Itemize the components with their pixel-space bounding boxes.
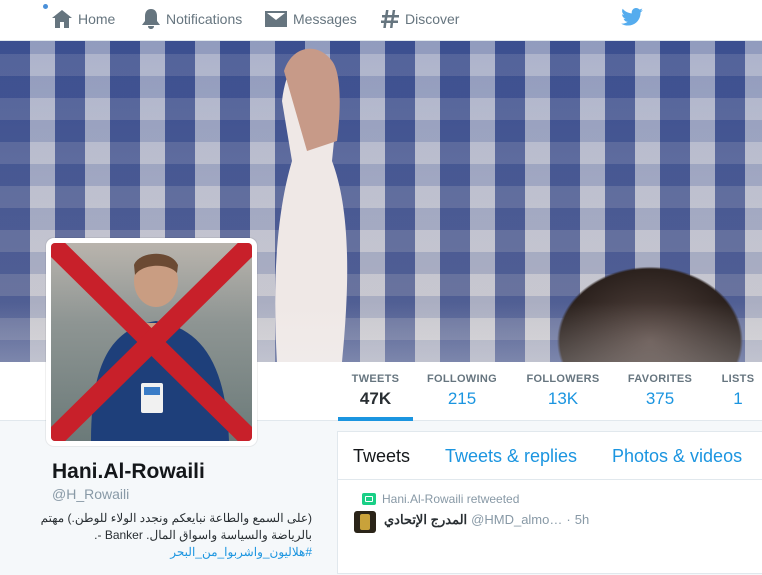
profile-bio: (على السمع والطاعة نبايعكم ونجدد الولاء … <box>40 510 312 561</box>
nav-notifications-label: Notifications <box>166 11 243 27</box>
nav-notifications[interactable]: Notifications <box>142 0 242 38</box>
tweet-timestamp[interactable]: 5h <box>575 512 589 527</box>
stat-lists-value: 1 <box>733 389 743 408</box>
stat-tweets[interactable]: TWEETS 47K <box>338 362 413 421</box>
stat-favorites[interactable]: FAVORITES 375 <box>619 362 701 421</box>
twitter-bird-logo-icon[interactable] <box>621 8 643 26</box>
home-icon <box>52 10 72 28</box>
stat-tweets-value: 47K <box>359 389 392 408</box>
stat-followers-label: FOLLOWERS <box>526 373 600 385</box>
tab-tweets-replies[interactable]: Tweets & replies <box>445 446 577 467</box>
tab-photos-videos[interactable]: Photos & videos <box>612 446 742 467</box>
stat-followers-value: 13K <box>547 389 579 408</box>
bell-icon <box>142 9 160 29</box>
nav-discover[interactable]: Discover <box>381 0 459 38</box>
stat-favorites-label: FAVORITES <box>627 373 693 385</box>
nav-home[interactable]: Home <box>52 0 115 38</box>
stat-following[interactable]: FOLLOWING 215 <box>420 362 504 421</box>
stat-lists-label: LISTS <box>721 373 755 385</box>
bio-line-1: (على السمع والطاعة نبايعكم ونجدد الولاء … <box>40 511 312 525</box>
tweet-author-handle[interactable]: @HMD_almo… <box>471 512 562 527</box>
top-nav-bar: Home Notifications Messages Discover <box>0 0 762 41</box>
nav-discover-label: Discover <box>405 11 460 27</box>
stat-lists[interactable]: LISTS 1 <box>714 362 762 421</box>
bio-line-2: بالرياضة والسياسة واسواق المال. Banker -… <box>94 528 312 542</box>
home-notification-dot <box>43 4 48 9</box>
nav-messages[interactable]: Messages <box>265 0 357 38</box>
stat-favorites-value: 375 <box>645 389 675 408</box>
retweet-context[interactable]: Hani.Al-Rowaili retweeted <box>362 492 519 506</box>
tweet-separator: · <box>566 512 571 527</box>
tab-tweets[interactable]: Tweets <box>353 446 410 467</box>
hashtag-icon <box>381 10 399 28</box>
envelope-icon <box>265 11 287 27</box>
bio-hashtag-link[interactable]: #هلاليون_واشربوا_من_البحر <box>40 544 312 561</box>
stat-followers[interactable]: FOLLOWERS 13K <box>518 362 608 421</box>
retweet-icon <box>362 493 376 505</box>
tweet-header: المدرج الإتحادي @HMD_almo… · 5h <box>384 512 589 528</box>
tweet-author-avatar[interactable] <box>354 511 376 533</box>
stat-following-label: FOLLOWING <box>427 373 497 385</box>
profile-avatar[interactable] <box>46 238 257 446</box>
tweet-avatar-emblem <box>360 514 370 530</box>
timeline-panel: Tweets Tweets & replies Photos & videos … <box>337 431 762 574</box>
stat-following-value: 215 <box>447 389 477 408</box>
tweet-item[interactable]: Hani.Al-Rowaili retweeted المدرج الإتحاد… <box>338 481 762 575</box>
nav-messages-label: Messages <box>293 11 357 27</box>
profile-name[interactable]: Hani.Al-Rowaili <box>52 460 205 484</box>
nav-home-label: Home <box>78 11 116 27</box>
timeline-tabs: Tweets Tweets & replies Photos & videos <box>338 432 762 480</box>
tweet-author-name[interactable]: المدرج الإتحادي <box>384 512 467 528</box>
stat-tweets-label: TWEETS <box>351 373 400 385</box>
avatar-photo <box>51 243 252 441</box>
retweet-context-text: Hani.Al-Rowaili retweeted <box>382 492 520 506</box>
red-cross-mark <box>51 243 252 441</box>
profile-handle[interactable]: @H_Rowaili <box>52 486 129 502</box>
